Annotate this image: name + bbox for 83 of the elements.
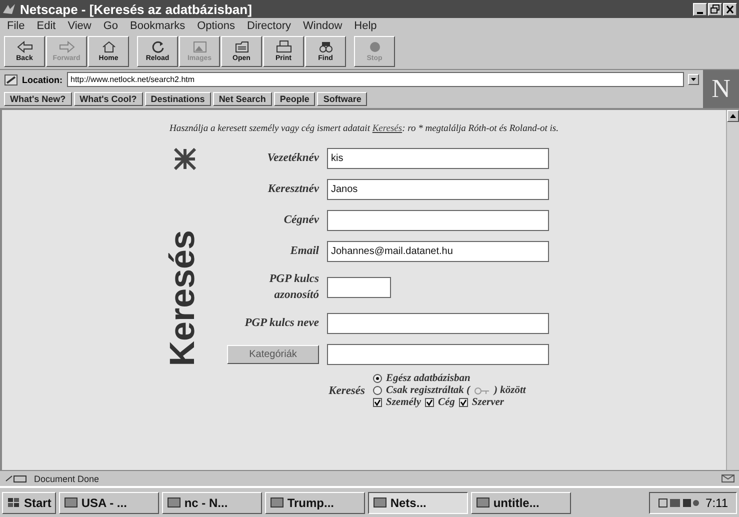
directory-button[interactable]: What's New?: [4, 92, 72, 106]
menu-item[interactable]: Bookmarks: [125, 20, 192, 32]
window-icon: [167, 497, 182, 508]
menu-item[interactable]: Directory: [242, 20, 298, 32]
directory-button[interactable]: Software: [317, 92, 368, 106]
checkbox[interactable]: [373, 398, 382, 408]
field-label: Keresztnév: [266, 182, 319, 197]
mail-icon: [721, 474, 735, 483]
checkbox-label: Cég: [438, 397, 455, 408]
emblem-icon: [174, 148, 196, 170]
key-icon: [474, 386, 490, 395]
window-icon: [64, 497, 78, 508]
categories-button[interactable]: Kategóriák: [227, 345, 319, 364]
folder-icon: [232, 40, 250, 53]
directory-button[interactable]: Destinations: [144, 92, 211, 106]
link-icon: [4, 74, 18, 86]
clock: 7:11: [706, 496, 728, 510]
checkbox-label: Szerver: [472, 397, 504, 408]
input-field[interactable]: Janos: [327, 179, 549, 200]
check-icon: [460, 399, 467, 406]
input-field[interactable]: [327, 313, 549, 334]
window-icon: [270, 497, 284, 508]
restore-icon[interactable]: [708, 2, 722, 16]
security-key-icon: [4, 474, 28, 483]
dropdown-icon[interactable]: [688, 74, 699, 85]
start-button[interactable]: Start: [2, 492, 56, 514]
menu-item[interactable]: Options: [192, 20, 242, 32]
option-label: ) között: [494, 385, 526, 396]
location-label: Location:: [22, 74, 62, 84]
menu-item[interactable]: Help: [349, 20, 384, 32]
brand-logo[interactable]: N: [703, 70, 739, 108]
option-label: Csak regisztráltak (: [386, 385, 470, 396]
window-icon: [373, 497, 388, 508]
logo-text: Keresés: [165, 230, 200, 366]
close-icon[interactable]: [723, 2, 737, 16]
field-label: Cégnév: [282, 212, 319, 228]
menu-item[interactable]: View: [62, 20, 98, 32]
input-field[interactable]: [327, 344, 549, 366]
minimize-icon[interactable]: [693, 2, 707, 16]
check-icon: [426, 399, 433, 406]
directory-button[interactable]: Net Search: [212, 92, 272, 106]
scope-label: Keresés: [328, 384, 365, 397]
taskbar-button[interactable]: Trump...: [265, 492, 366, 514]
field-label: Vezetéknév: [266, 150, 319, 166]
menu-item[interactable]: Edit: [32, 20, 63, 32]
image-icon: [190, 40, 208, 53]
check-icon: [374, 399, 381, 406]
menu-item[interactable]: Window: [298, 20, 350, 32]
checkbox-label: Személy: [386, 397, 421, 408]
printer-icon: [274, 40, 292, 53]
taskbar-button[interactable]: nc - N...: [162, 492, 262, 514]
option-label: Egész adatbázisban: [386, 373, 470, 384]
directory-button[interactable]: What's Cool?: [74, 92, 143, 106]
window-icon: [476, 497, 490, 508]
tray-icons-drawing: [658, 496, 700, 508]
status-text: Document Done: [34, 474, 100, 484]
input-field[interactable]: [327, 277, 391, 298]
checkbox[interactable]: [458, 398, 468, 408]
input-field[interactable]: [327, 210, 549, 231]
back-arrow-icon: [16, 40, 34, 53]
windows-logo-icon: [7, 496, 21, 508]
radio-button[interactable]: [373, 386, 382, 396]
input-field[interactable]: Johannes@mail.datanet.hu: [327, 241, 549, 262]
search-link[interactable]: Keresés: [372, 124, 402, 134]
radio-button[interactable]: [373, 374, 382, 384]
binoculars-icon: [316, 40, 334, 53]
directory-button[interactable]: People: [274, 92, 316, 106]
netscape-logo-icon: [2, 3, 16, 15]
field-label: Email: [289, 244, 319, 259]
forward-arrow-icon: [58, 40, 76, 53]
field-label: PGP kulcs azonosító: [268, 272, 319, 303]
menu-item[interactable]: Go: [98, 20, 126, 32]
taskbar-button[interactable]: Nets...: [368, 492, 468, 514]
menu-item[interactable]: File: [2, 20, 32, 32]
window-title: Netscape - [Keresés az adatbázisban]: [20, 2, 253, 16]
scrollbar[interactable]: [726, 110, 739, 470]
input-field[interactable]: kis: [327, 148, 549, 169]
intro-text: Használja a keresett személy vagy cég ismert adatait Keresés: ro * megtalálja Róth-ot és Roland-ot is.: [168, 124, 560, 134]
field-label: PGP kulcs neve: [244, 316, 319, 331]
checkbox[interactable]: [425, 398, 434, 408]
taskbar-button[interactable]: untitle...: [471, 492, 572, 514]
taskbar-button[interactable]: USA - ...: [59, 492, 160, 514]
location-field[interactable]: http://www.netlock.net/search2.htm: [66, 72, 684, 87]
